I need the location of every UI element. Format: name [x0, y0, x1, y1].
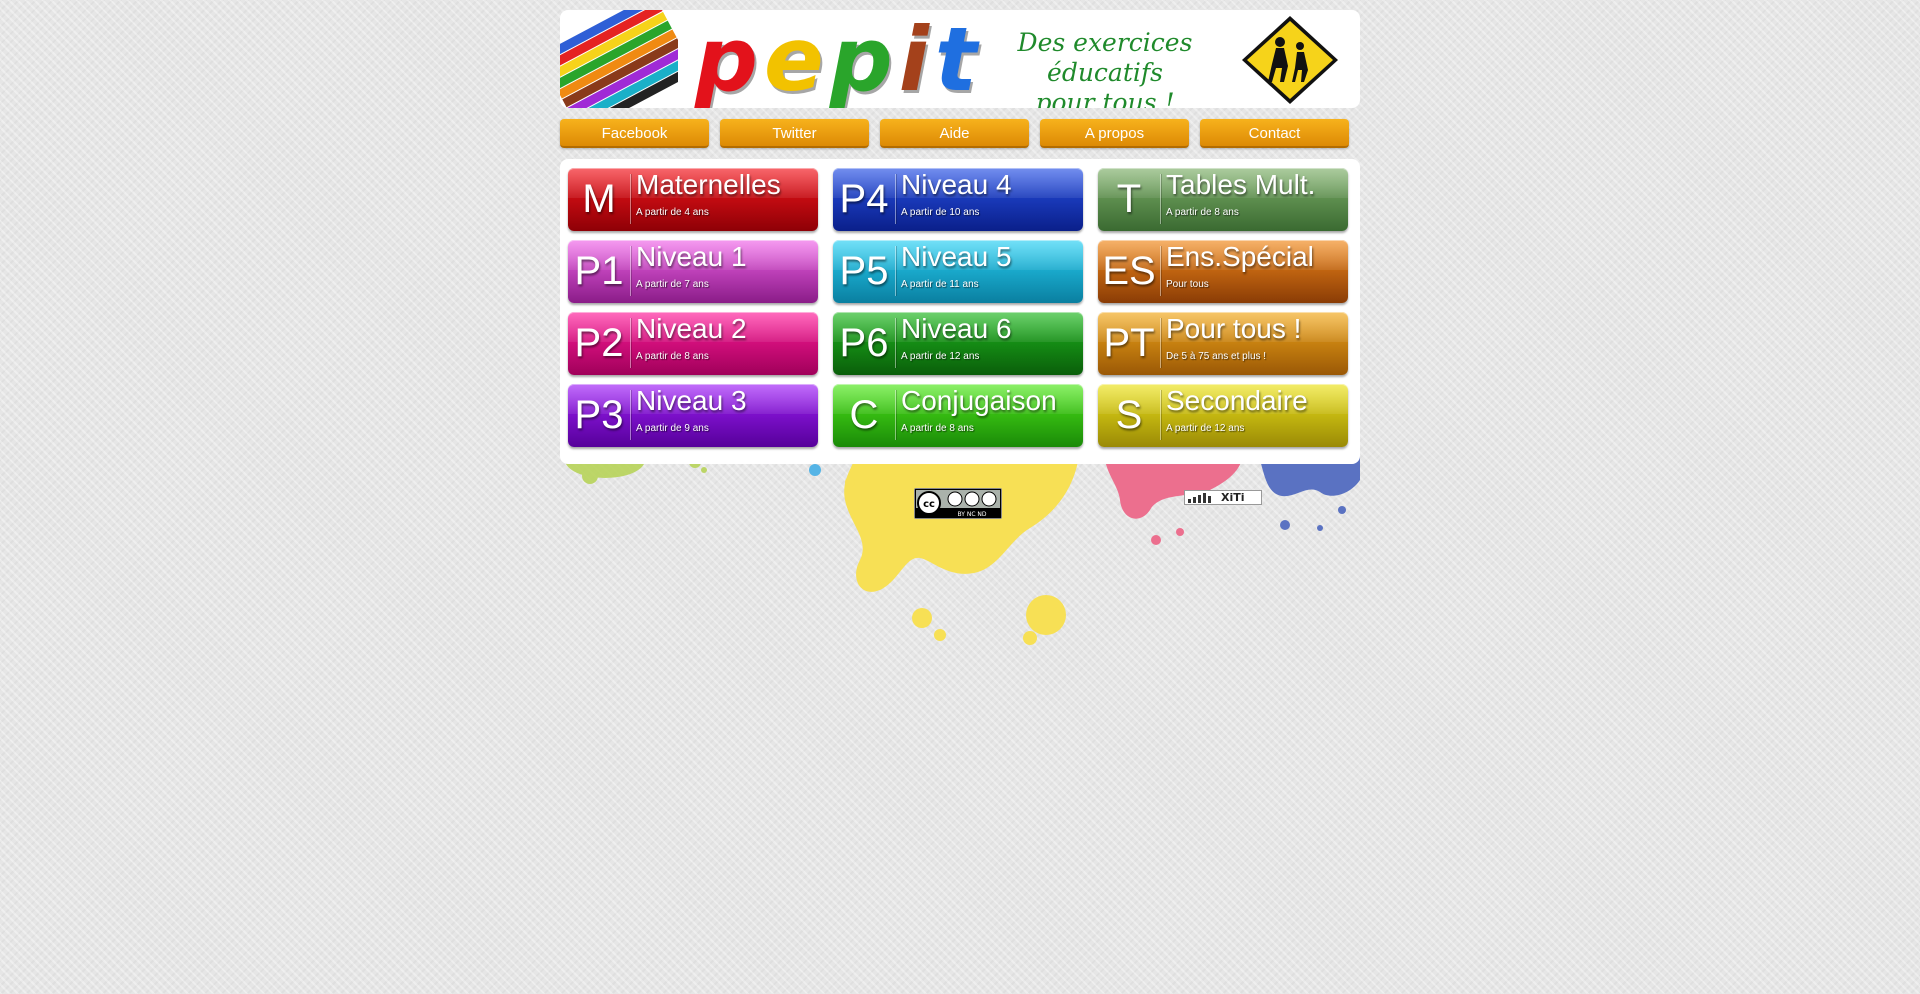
logo-letter: e [764, 10, 824, 108]
level-name: Maternelles [636, 169, 781, 200]
level-code: S [1115, 393, 1143, 437]
level-name: Niveau 4 [901, 169, 1012, 200]
xiti-label: XiTi [1221, 491, 1245, 504]
level-code: P1 [574, 249, 624, 293]
level-divider [895, 318, 896, 368]
level-age: A partir de 8 ans [1166, 207, 1239, 218]
level-tile-pt[interactable]: PT Pour tous ! De 5 à 75 ans et plus ! [1098, 312, 1348, 375]
level-tile-es[interactable]: ES Ens.Spécial Pour tous [1098, 240, 1348, 303]
level-name: Ens.Spécial [1166, 241, 1314, 272]
level-code: P4 [839, 177, 889, 221]
logo-letter: p [829, 10, 893, 108]
level-tile-t[interactable]: T Tables Mult. A partir de 8 ans [1098, 168, 1348, 231]
level-divider [1160, 174, 1161, 224]
level-age: A partir de 11 ans [901, 279, 979, 290]
level-age: A partir de 9 ans [636, 423, 709, 434]
nav-facebook-button[interactable]: Facebook [560, 119, 709, 148]
level-tile-m[interactable]: M Maternelles A partir de 4 ans [568, 168, 818, 231]
level-divider [630, 174, 631, 224]
nav-twitter-button[interactable]: Twitter [720, 119, 869, 148]
level-code: C [849, 393, 879, 437]
logo-letter: p [695, 10, 758, 108]
level-divider [630, 318, 631, 368]
level-tile-p3[interactable]: P3 Niveau 3 A partir de 9 ans [568, 384, 818, 447]
level-divider [1160, 246, 1161, 296]
nav-aide-button[interactable]: Aide [880, 119, 1029, 148]
logo-letter: i [898, 10, 929, 108]
level-code: T [1116, 177, 1142, 221]
bar-chart-icon [1188, 493, 1211, 503]
tagline-line: pour tous ! [1035, 88, 1175, 108]
level-name: Tables Mult. [1166, 169, 1316, 200]
level-divider [630, 390, 631, 440]
tagline: Des exercices éducatifs pour tous ! [975, 28, 1235, 108]
level-age: A partir de 8 ans [901, 423, 974, 434]
school-crossing-sign-icon [1242, 16, 1338, 104]
level-code: P5 [839, 249, 889, 293]
level-divider [630, 246, 631, 296]
level-code: P6 [839, 321, 889, 365]
level-divider [1160, 390, 1161, 440]
levels-panel: M Maternelles A partir de 4 ans P4 Niveau 4 A… [560, 159, 1360, 464]
level-tile-p1[interactable]: P1 Niveau 1 A partir de 7 ans [568, 240, 818, 303]
level-age: A partir de 7 ans [636, 279, 709, 290]
level-tile-c[interactable]: C Conjugaison A partir de 8 ans [833, 384, 1083, 447]
level-name: Niveau 2 [636, 313, 747, 344]
level-age: De 5 à 75 ans et plus ! [1166, 351, 1267, 362]
level-divider [1160, 318, 1161, 368]
level-tile-p4[interactable]: P4 Niveau 4 A partir de 10 ans [833, 168, 1083, 231]
level-code: P2 [574, 321, 624, 365]
cc-badge-text: BY NC ND [957, 511, 986, 518]
level-divider [895, 390, 896, 440]
paint-splash-decoration [565, 440, 1360, 645]
level-tile-p5[interactable]: P5 Niveau 5 A partir de 11 ans [833, 240, 1083, 303]
level-age: A partir de 8 ans [636, 351, 709, 362]
svg-text:cc: cc [923, 499, 935, 510]
top-navigation: Facebook Twitter Aide A propos Contact [560, 119, 1360, 149]
level-name: Niveau 1 [636, 241, 747, 272]
xiti-counter-badge[interactable]: XiTi [1184, 490, 1262, 505]
level-age: A partir de 12 ans [901, 351, 980, 362]
level-name: Niveau 6 [901, 313, 1012, 344]
level-tile-p2[interactable]: P2 Niveau 2 A partir de 8 ans [568, 312, 818, 375]
level-tile-s[interactable]: S Secondaire A partir de 12 ans [1098, 384, 1348, 447]
level-name: Niveau 5 [901, 241, 1012, 272]
site-banner[interactable]: p e p i t Des exercices éducatifs pour t… [560, 10, 1360, 108]
nav-contact-button[interactable]: Contact [1200, 119, 1349, 148]
level-name: Pour tous ! [1166, 313, 1302, 344]
level-name: Secondaire [1166, 385, 1308, 416]
level-name: Conjugaison [901, 385, 1057, 416]
level-code: PT [1103, 321, 1155, 365]
cc-by-nc-nd-icon: cc BY NC ND [915, 489, 1001, 518]
level-name: Niveau 3 [636, 385, 747, 416]
level-age: A partir de 4 ans [636, 207, 709, 218]
level-code: ES [1102, 249, 1156, 293]
level-tile-p6[interactable]: P6 Niveau 6 A partir de 12 ans [833, 312, 1083, 375]
colored-pencils-icon [560, 10, 678, 108]
logo-letter: t [934, 10, 977, 108]
level-code: M [582, 177, 616, 221]
tagline-line: Des exercices éducatifs [1017, 28, 1193, 87]
level-age: Pour tous [1166, 279, 1209, 290]
level-age: A partir de 12 ans [1166, 423, 1245, 434]
level-divider [895, 246, 896, 296]
level-divider [895, 174, 896, 224]
nav-apropos-button[interactable]: A propos [1040, 119, 1189, 148]
creative-commons-license-badge[interactable]: cc BY NC ND [914, 488, 1002, 519]
level-code: P3 [574, 393, 624, 437]
pepit-logo: p e p i t [695, 14, 977, 104]
level-age: A partir de 10 ans [901, 207, 980, 218]
